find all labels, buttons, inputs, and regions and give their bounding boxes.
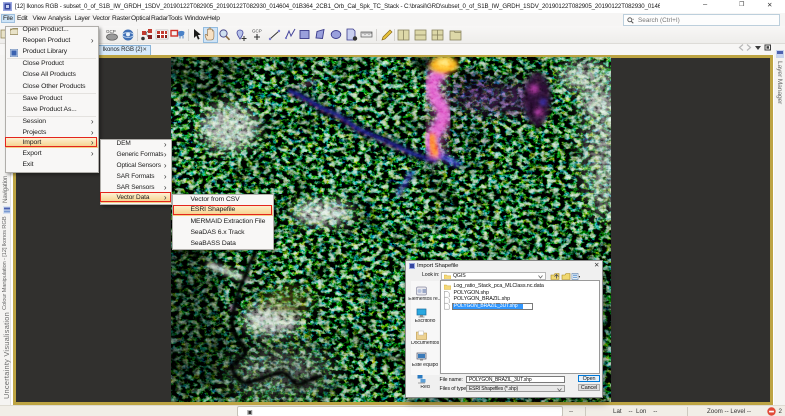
svg-text:GCP: GCP [106, 29, 116, 34]
svg-text:GCP: GCP [252, 29, 262, 34]
